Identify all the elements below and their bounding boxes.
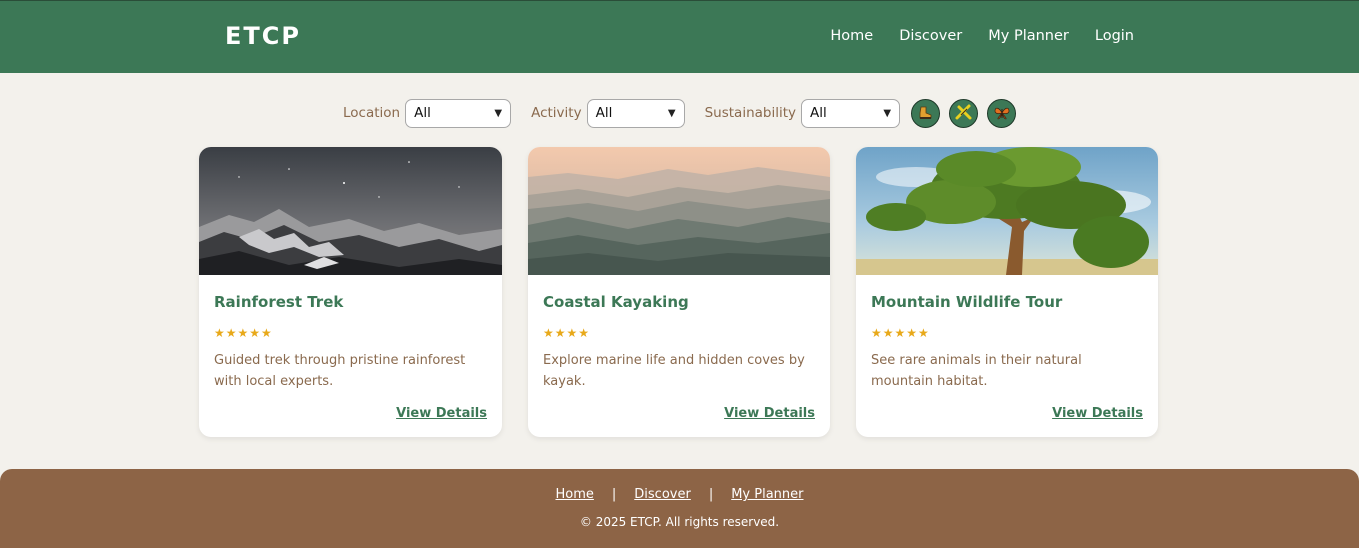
misty-hills-image [528, 147, 830, 275]
rating-stars: ★★★★★ [214, 326, 273, 340]
view-details-link[interactable]: View Details [724, 406, 815, 421]
card-description: See rare animals in their natural mounta… [871, 353, 1082, 389]
night-mountain-image [199, 147, 502, 275]
footer-link-discover[interactable]: Discover [634, 487, 691, 502]
hiking-boot-icon [919, 106, 931, 119]
hiking-filter-button[interactable] [911, 98, 941, 128]
footer-link-home[interactable]: Home [556, 487, 594, 502]
activity-select-value: All [595, 105, 613, 121]
view-details-link[interactable]: View Details [396, 406, 487, 421]
location-label: Location [342, 105, 401, 121]
nav-home[interactable]: Home [830, 28, 873, 44]
main-nav: Home Discover My Planner Login [830, 28, 1134, 44]
butterfly-icon [994, 107, 1009, 120]
rating-stars: ★★★★★ [871, 326, 930, 340]
experience-card[interactable]: Coastal Kayaking ★★★★ Explore marine lif… [528, 147, 830, 437]
site-logo[interactable]: ETCP [225, 22, 301, 50]
footer-separator: | [708, 487, 714, 502]
wildlife-filter-button[interactable] [987, 98, 1017, 128]
sustainability-select[interactable]: All ▼ [801, 98, 901, 128]
nav-my-planner[interactable]: My Planner [988, 28, 1069, 44]
chevron-down-icon: ▼ [494, 107, 503, 119]
footer-link-my-planner[interactable]: My Planner [731, 487, 803, 502]
card-description: Explore marine life and hidden coves by … [543, 353, 805, 389]
chevron-down-icon: ▼ [883, 107, 892, 119]
card-title: Coastal Kayaking [543, 293, 689, 311]
sustainability-select-value: All [810, 105, 827, 121]
site-footer: Home | Discover | My Planner © 2025 ETCP… [0, 469, 1359, 548]
nav-discover[interactable]: Discover [899, 28, 962, 44]
sustainability-label: Sustainability [704, 105, 797, 121]
activity-icon-group [911, 98, 1017, 128]
location-select[interactable]: All ▼ [405, 98, 512, 128]
location-select-value: All [414, 105, 431, 121]
kayak-paddle-icon [955, 104, 972, 120]
card-description: Guided trek through pristine rainforest … [214, 353, 466, 389]
tree-image [856, 147, 1158, 275]
experience-card-list: Rainforest Trek ★★★★★ Guided trek throug… [199, 147, 1158, 437]
experience-card[interactable]: Rainforest Trek ★★★★★ Guided trek throug… [199, 147, 502, 437]
footer-nav: Home | Discover | My Planner [0, 487, 1359, 502]
card-title: Rainforest Trek [214, 293, 344, 311]
view-details-link[interactable]: View Details [1052, 406, 1143, 421]
card-title: Mountain Wildlife Tour [871, 293, 1063, 311]
chevron-down-icon: ▼ [667, 107, 676, 119]
footer-separator: | [611, 487, 617, 502]
kayaking-filter-button[interactable] [949, 98, 979, 128]
nav-login[interactable]: Login [1095, 28, 1134, 44]
rating-stars: ★★★★ [543, 326, 591, 340]
site-header: ETCP Home Discover My Planner Login [0, 1, 1359, 73]
experience-card[interactable]: Mountain Wildlife Tour ★★★★★ See rare an… [856, 147, 1158, 437]
filter-bar: Location All ▼ Activity All ▼ Sustainabi… [0, 98, 1359, 128]
activity-label: Activity [531, 105, 582, 121]
copyright-text: © 2025 ETCP. All rights reserved. [579, 515, 780, 529]
activity-select[interactable]: All ▼ [586, 98, 685, 128]
